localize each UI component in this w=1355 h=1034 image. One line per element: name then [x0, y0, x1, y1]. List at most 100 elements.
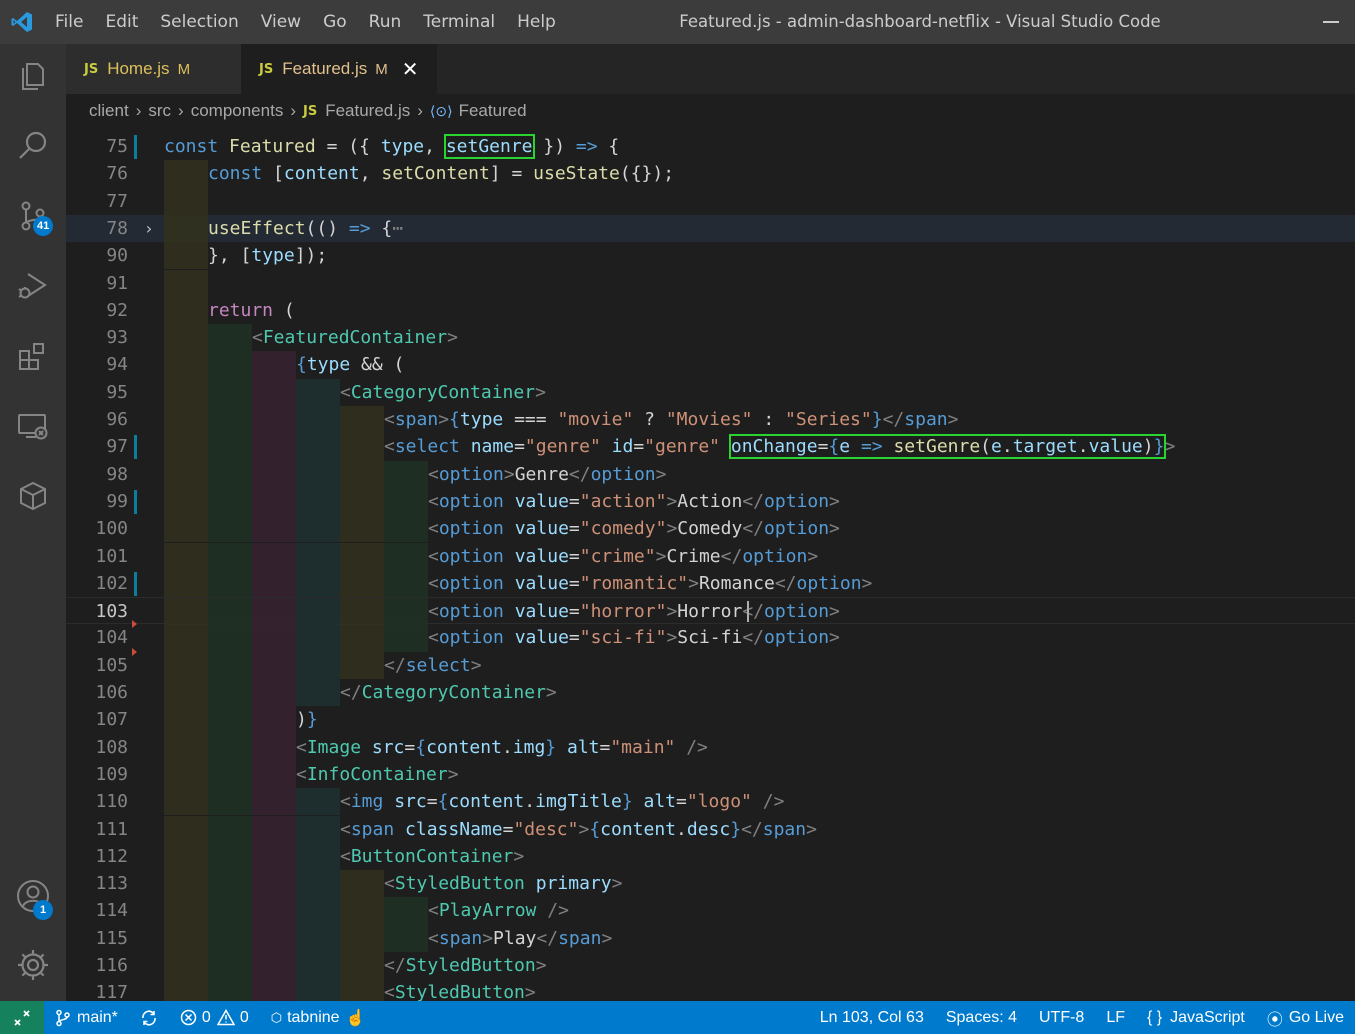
code-line[interactable]: 94 {type && (: [66, 351, 1355, 379]
code-line[interactable]: 112 <ButtonContainer>: [66, 842, 1355, 871]
menu-selection[interactable]: Selection: [149, 0, 249, 44]
indent-guide: [296, 460, 340, 488]
indent-guide: [296, 842, 340, 871]
search-icon[interactable]: [9, 122, 57, 170]
code-line[interactable]: 99 <option value="action">Action</option>: [66, 487, 1355, 516]
code-line[interactable]: 92 return (: [66, 296, 1355, 325]
code-line[interactable]: 113 <StyledButton primary>: [66, 870, 1355, 898]
folded-region-placeholder[interactable]: ⋯: [392, 218, 403, 239]
code-line[interactable]: 111 <span className="desc">{content.desc}…: [66, 815, 1355, 843]
modified-indicator: M: [375, 60, 388, 78]
docker-icon[interactable]: [9, 472, 57, 520]
extensions-icon[interactable]: [9, 332, 57, 380]
eol-status[interactable]: LF: [1095, 1001, 1136, 1034]
code-line[interactable]: 78 › useEffect(() => {⋯: [66, 214, 1355, 243]
chevron-right-icon: ›: [178, 101, 184, 120]
indent-guide: [208, 460, 252, 488]
code-line[interactable]: 76 const [content, setContent] = useState…: [66, 160, 1355, 188]
accounts-icon[interactable]: 1: [9, 872, 57, 920]
warning-count: 0: [239, 1008, 249, 1026]
problems-status[interactable]: 0 0: [169, 1001, 260, 1034]
language-mode[interactable]: { } JavaScript: [1136, 1001, 1256, 1034]
menu-file[interactable]: File: [44, 0, 94, 44]
code-line[interactable]: 90}, [type]);: [66, 242, 1355, 270]
menu-help[interactable]: Help: [506, 0, 567, 44]
code-line[interactable]: 109 <InfoContainer>: [66, 760, 1355, 789]
breadcrumb-item[interactable]: src: [148, 101, 171, 121]
source-control-icon[interactable]: 41: [9, 192, 57, 240]
indent-guide: [252, 706, 296, 734]
code-line[interactable]: 105 </select>: [66, 647, 1355, 679]
accounts-badge: 1: [33, 900, 53, 920]
indent-guide: [208, 378, 252, 406]
breadcrumb-file[interactable]: Featured.js: [325, 101, 410, 121]
broadcast-icon: ⦿: [1266, 1011, 1283, 1029]
hand-pointer-icon: ☝: [345, 1009, 366, 1027]
breadcrumb-symbol[interactable]: Featured: [459, 101, 527, 121]
tab-featured-js[interactable]: JS Featured.js M ✕: [241, 44, 437, 94]
code-line[interactable]: 107)}: [66, 706, 1355, 734]
code-line[interactable]: 91: [66, 269, 1355, 297]
code-line[interactable]: 104 <option value="sci-fi">Sci-fi</option…: [66, 620, 1355, 652]
code-line[interactable]: 108 <Image src={content.img} alt="main" /…: [66, 733, 1355, 761]
branch-status[interactable]: main*: [44, 1001, 129, 1034]
code-text: <Image src={content.img} alt="main" />: [296, 736, 708, 758]
indent-guide: [384, 598, 428, 626]
code-line[interactable]: 95 <CategoryContainer>: [66, 378, 1355, 406]
line-number: 115: [95, 927, 128, 949]
code-line[interactable]: 110 <img src={content.imgTitle} alt="logo…: [66, 788, 1355, 816]
code-line[interactable]: 93 <FeaturedContainer>: [66, 324, 1355, 352]
go-live-button[interactable]: ⦿ Go Live: [1256, 1001, 1355, 1034]
explorer-icon[interactable]: [9, 52, 57, 100]
line-number: 76: [106, 163, 128, 185]
line-number: 90: [106, 245, 128, 267]
breadcrumb-item[interactable]: components: [191, 101, 284, 121]
indent-guide: [340, 433, 384, 461]
sync-button[interactable]: [129, 1001, 169, 1034]
code-text: <img src={content.imgTitle} alt="logo" /…: [340, 791, 785, 813]
remote-indicator[interactable]: [0, 1001, 44, 1034]
chevron-right-icon: ›: [135, 101, 142, 120]
cursor-position[interactable]: Ln 103, Col 63: [809, 1001, 935, 1034]
menu-terminal[interactable]: Terminal: [412, 0, 506, 44]
code-line[interactable]: 106 </CategoryContainer>: [66, 679, 1355, 707]
breadcrumb-item[interactable]: client: [89, 101, 129, 121]
indent-guide: [340, 406, 384, 434]
code-editor[interactable]: 75 const Featured = ({ type, setGenre }) …: [66, 128, 1355, 1001]
indent-guide: [208, 406, 252, 434]
indent-guide: [164, 433, 208, 461]
code-line[interactable]: 117 <StyledButton>: [66, 979, 1355, 1001]
code-line[interactable]: 96 <span>{type === "movie" ? "Movies" : "…: [66, 406, 1355, 434]
tabnine-status[interactable]: ⬡ tabnine ☝: [260, 1001, 377, 1034]
indent-guide: [208, 788, 252, 816]
run-debug-icon[interactable]: [9, 262, 57, 310]
tab-home-js[interactable]: JS Home.js M: [66, 44, 241, 94]
menu-go[interactable]: Go: [312, 0, 358, 44]
close-tab-icon[interactable]: ✕: [402, 57, 419, 82]
code-line[interactable]: 98 <option>Genre</option>: [66, 460, 1355, 488]
code-line[interactable]: 115 <span>Play</span>: [66, 924, 1355, 952]
manage-gear-icon[interactable]: [9, 941, 57, 989]
code-line[interactable]: 97 <select name="genre" id="genre" onChan…: [66, 433, 1355, 461]
code-line[interactable]: 102 <option value="romantic">Romance</opt…: [66, 569, 1355, 598]
minimize-button[interactable]: [1321, 12, 1341, 32]
indent-guide: [296, 924, 340, 952]
remote-explorer-icon[interactable]: [9, 402, 57, 450]
code-line[interactable]: 100 <option value="comedy">Comedy</option…: [66, 515, 1355, 543]
code-line[interactable]: 77: [66, 187, 1355, 215]
code-line[interactable]: 114 <PlayArrow />: [66, 897, 1355, 925]
chevron-right-icon: ›: [417, 101, 423, 120]
code-line[interactable]: 75 const Featured = ({ type, setGenre }) …: [66, 133, 1355, 160]
indent-guide: [208, 515, 252, 543]
indentation-status[interactable]: Spaces: 4: [935, 1001, 1028, 1034]
code-line[interactable]: 103 <option value="horror">Horror</option…: [66, 597, 1355, 626]
encoding-status[interactable]: UTF-8: [1028, 1001, 1095, 1034]
code-line[interactable]: 101 <option value="crime">Crime</option>: [66, 542, 1355, 570]
code-line[interactable]: 116 </StyledButton>: [66, 952, 1355, 980]
menu-view[interactable]: View: [250, 0, 312, 44]
menu-edit[interactable]: Edit: [94, 0, 149, 44]
menu-run[interactable]: Run: [358, 0, 413, 44]
line-number: 98: [106, 463, 128, 485]
indent-guide: [164, 624, 208, 652]
fold-chevron-icon[interactable]: ›: [144, 215, 154, 242]
